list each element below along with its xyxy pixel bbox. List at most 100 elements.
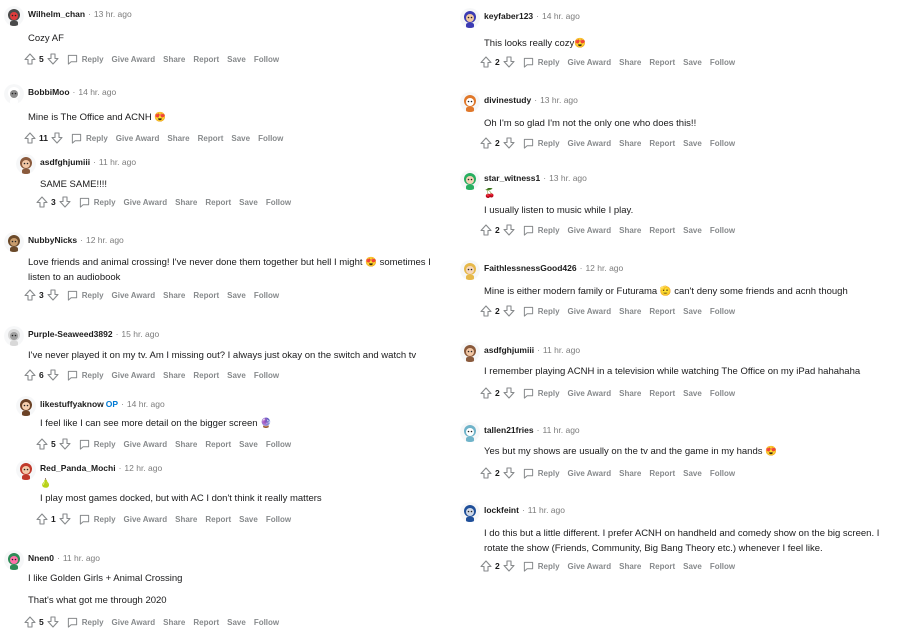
report-button[interactable]: Report bbox=[193, 618, 219, 627]
save-button[interactable]: Save bbox=[239, 515, 258, 524]
upvote-icon[interactable] bbox=[36, 513, 48, 525]
downvote-icon[interactable] bbox=[59, 196, 71, 208]
timestamp[interactable]: 11 hr. ago bbox=[99, 157, 136, 167]
downvote-icon[interactable] bbox=[503, 467, 515, 479]
save-button[interactable]: Save bbox=[227, 291, 246, 300]
timestamp[interactable]: 15 hr. ago bbox=[121, 329, 159, 339]
timestamp[interactable]: 12 hr. ago bbox=[585, 263, 623, 273]
share-button[interactable]: Share bbox=[163, 618, 185, 627]
robot-avatar[interactable] bbox=[4, 6, 24, 26]
share-button[interactable]: Share bbox=[167, 134, 189, 143]
reply-button[interactable]: Reply bbox=[523, 57, 560, 68]
downvote-icon[interactable] bbox=[47, 53, 59, 65]
give-award-button[interactable]: Give Award bbox=[124, 198, 168, 207]
username[interactable]: Nnen0 bbox=[28, 553, 54, 563]
username[interactable]: asdfghjumiii bbox=[484, 345, 534, 355]
report-button[interactable]: Report bbox=[193, 291, 219, 300]
share-button[interactable]: Share bbox=[175, 198, 197, 207]
timestamp[interactable]: 12 hr. ago bbox=[124, 463, 162, 473]
upvote-icon[interactable] bbox=[36, 196, 48, 208]
blonde-avatar[interactable] bbox=[460, 260, 480, 280]
follow-button[interactable]: Follow bbox=[710, 307, 735, 316]
downvote-icon[interactable] bbox=[503, 387, 515, 399]
follow-button[interactable]: Follow bbox=[266, 440, 291, 449]
follow-button[interactable]: Follow bbox=[266, 198, 291, 207]
give-award-button[interactable]: Give Award bbox=[568, 389, 612, 398]
follow-button[interactable]: Follow bbox=[710, 226, 735, 235]
bear-avatar[interactable] bbox=[4, 232, 24, 252]
report-button[interactable]: Report bbox=[649, 562, 675, 571]
share-button[interactable]: Share bbox=[163, 55, 185, 64]
girl-avatar[interactable] bbox=[460, 342, 480, 362]
username[interactable]: tallen21fries bbox=[484, 425, 534, 435]
downvote-icon[interactable] bbox=[47, 289, 59, 301]
share-button[interactable]: Share bbox=[619, 58, 641, 67]
downvote-icon[interactable] bbox=[59, 513, 71, 525]
save-button[interactable]: Save bbox=[239, 198, 258, 207]
upvote-icon[interactable] bbox=[480, 467, 492, 479]
reply-button[interactable]: Reply bbox=[79, 439, 116, 450]
grey-avatar[interactable] bbox=[4, 326, 24, 346]
upvote-icon[interactable] bbox=[24, 289, 36, 301]
give-award-button[interactable]: Give Award bbox=[568, 307, 612, 316]
give-award-button[interactable]: Give Award bbox=[568, 58, 612, 67]
report-button[interactable]: Report bbox=[205, 440, 231, 449]
downvote-icon[interactable] bbox=[503, 137, 515, 149]
save-button[interactable]: Save bbox=[683, 469, 702, 478]
username[interactable]: keyfaber123 bbox=[484, 11, 533, 21]
username[interactable]: Wilhelm_chan bbox=[28, 9, 85, 19]
downvote-icon[interactable] bbox=[47, 616, 59, 628]
reply-button[interactable]: Reply bbox=[79, 197, 116, 208]
share-button[interactable]: Share bbox=[619, 307, 641, 316]
save-button[interactable]: Save bbox=[683, 389, 702, 398]
save-button[interactable]: Save bbox=[239, 440, 258, 449]
save-button[interactable]: Save bbox=[683, 226, 702, 235]
give-award-button[interactable]: Give Award bbox=[124, 515, 168, 524]
timestamp[interactable]: 11 hr. ago bbox=[542, 425, 579, 435]
report-button[interactable]: Report bbox=[649, 389, 675, 398]
save-button[interactable]: Save bbox=[227, 618, 246, 627]
give-award-button[interactable]: Give Award bbox=[116, 134, 160, 143]
timestamp[interactable]: 14 hr. ago bbox=[78, 87, 116, 97]
downvote-icon[interactable] bbox=[59, 438, 71, 450]
save-button[interactable]: Save bbox=[683, 58, 702, 67]
follow-button[interactable]: Follow bbox=[254, 55, 279, 64]
give-award-button[interactable]: Give Award bbox=[568, 226, 612, 235]
green-avatar[interactable] bbox=[4, 550, 24, 570]
upvote-icon[interactable] bbox=[36, 438, 48, 450]
report-button[interactable]: Report bbox=[649, 469, 675, 478]
report-button[interactable]: Report bbox=[649, 226, 675, 235]
share-button[interactable]: Share bbox=[163, 291, 185, 300]
downvote-icon[interactable] bbox=[503, 56, 515, 68]
upvote-icon[interactable] bbox=[24, 369, 36, 381]
upvote-icon[interactable] bbox=[24, 53, 36, 65]
username[interactable]: lockfeint bbox=[484, 505, 519, 515]
username[interactable]: likestuffyaknow bbox=[40, 399, 104, 409]
share-button[interactable]: Share bbox=[619, 139, 641, 148]
follow-button[interactable]: Follow bbox=[258, 134, 283, 143]
give-award-button[interactable]: Give Award bbox=[112, 55, 156, 64]
share-button[interactable]: Share bbox=[163, 371, 185, 380]
reply-button[interactable]: Reply bbox=[523, 388, 560, 399]
reply-button[interactable]: Reply bbox=[67, 54, 104, 65]
timestamp[interactable]: 13 hr. ago bbox=[94, 9, 132, 19]
tv-avatar[interactable] bbox=[460, 502, 480, 522]
pigtail-avatar[interactable] bbox=[16, 396, 36, 416]
username[interactable]: BobbiMoo bbox=[28, 87, 70, 97]
reply-button[interactable]: Reply bbox=[79, 514, 116, 525]
snoo-avatar[interactable] bbox=[4, 84, 24, 104]
downvote-icon[interactable] bbox=[503, 560, 515, 572]
report-button[interactable]: Report bbox=[649, 307, 675, 316]
share-button[interactable]: Share bbox=[619, 389, 641, 398]
timestamp[interactable]: 14 hr. ago bbox=[542, 11, 580, 21]
reply-button[interactable]: Reply bbox=[523, 306, 560, 317]
username[interactable]: Purple-Seaweed3892 bbox=[28, 329, 113, 339]
green-hair-avatar[interactable] bbox=[460, 170, 480, 190]
upvote-icon[interactable] bbox=[480, 387, 492, 399]
save-button[interactable]: Save bbox=[227, 55, 246, 64]
reply-button[interactable]: Reply bbox=[523, 225, 560, 236]
redhead-avatar[interactable] bbox=[16, 460, 36, 480]
timestamp[interactable]: 11 hr. ago bbox=[543, 345, 580, 355]
save-button[interactable]: Save bbox=[231, 134, 250, 143]
reply-button[interactable]: Reply bbox=[523, 561, 560, 572]
